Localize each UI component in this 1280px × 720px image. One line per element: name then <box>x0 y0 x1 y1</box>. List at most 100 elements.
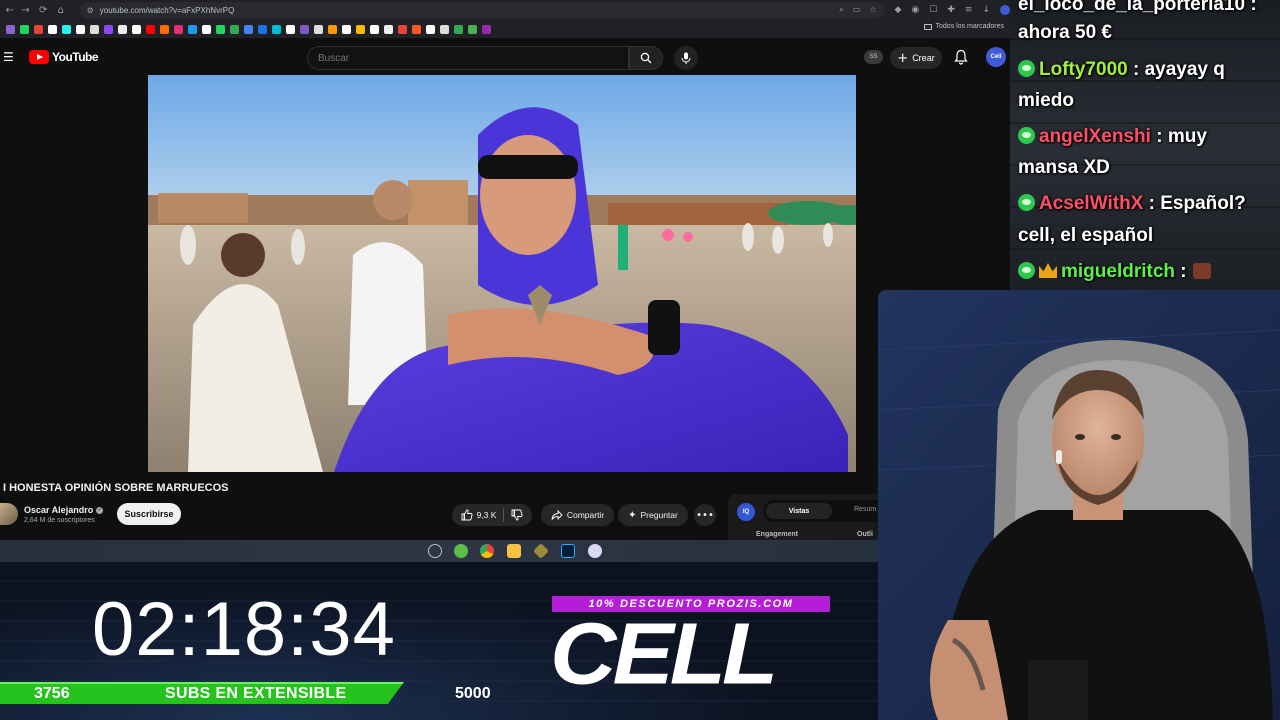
bookmark-icon[interactable] <box>412 24 421 34</box>
bookmark-icon[interactable] <box>440 24 449 34</box>
channel-avatar[interactable] <box>0 503 18 525</box>
bookmark-icon[interactable] <box>160 24 169 34</box>
extension-icon[interactable]: ◆ <box>895 5 902 15</box>
bookmark-icon[interactable] <box>384 24 393 34</box>
subscribe-button[interactable]: Suscribirse <box>117 503 181 525</box>
chat-text: ayayay q <box>1144 59 1225 80</box>
bookmark-icon[interactable] <box>244 24 253 34</box>
profile-icon[interactable] <box>1000 5 1010 15</box>
bookmark-icon[interactable] <box>314 24 323 34</box>
bookmark-icon[interactable] <box>370 24 379 34</box>
more-actions-button[interactable]: ••• <box>694 504 716 526</box>
extensions-puzzle-icon[interactable]: ✚ <box>947 5 955 15</box>
bookmark-icon[interactable] <box>272 24 281 34</box>
bookmark-icon[interactable] <box>174 24 183 34</box>
sparkle-icon: ✦ <box>628 509 637 521</box>
chat-message: Lofty7000 : ayayay q <box>1018 59 1225 81</box>
cast-icon[interactable]: ▭ <box>853 5 861 15</box>
thumbs-down-icon[interactable] <box>511 509 523 521</box>
chat-message-text: mansa XD <box>1018 157 1110 178</box>
bookmark-icon[interactable] <box>62 24 71 34</box>
chat-username: angelXenshi <box>1039 126 1151 147</box>
bookmark-icon[interactable] <box>258 24 267 34</box>
like-dislike-group: 9,3 K <box>452 504 532 526</box>
download-icon[interactable]: ↓ <box>982 5 990 15</box>
thumbs-up-icon[interactable] <box>461 509 473 521</box>
microphone-icon <box>681 52 691 64</box>
youtube-logo-text: YouTube <box>52 50 99 64</box>
extension-icon[interactable]: ☐ <box>929 5 937 15</box>
bookmark-icon[interactable] <box>286 24 295 34</box>
taskbar-app-icon[interactable] <box>533 543 549 559</box>
photoshop-icon[interactable] <box>561 544 575 558</box>
youtube-logo[interactable]: YouTube <box>29 50 99 64</box>
menu-icon[interactable]: ☰ <box>3 50 17 64</box>
zoom-icon[interactable]: ⌕ <box>839 5 843 15</box>
webcam-image <box>878 290 1280 720</box>
file-explorer-icon[interactable] <box>507 544 521 558</box>
search-button[interactable] <box>629 46 663 70</box>
search-input[interactable] <box>308 47 628 69</box>
plus-icon: + <box>897 50 909 66</box>
address-bar[interactable]: ⚙ youtube.com/watch?v=aFxPXhNvrPQ ⌕ ▭ ☆ <box>78 2 885 18</box>
account-avatar[interactable]: Cell <box>986 47 1006 67</box>
ask-button[interactable]: ✦ Preguntar <box>618 504 688 526</box>
bookmark-icon[interactable] <box>104 24 113 34</box>
bookmark-icon[interactable] <box>34 24 43 34</box>
taskbar-app-icon[interactable] <box>588 544 602 558</box>
bookmark-icon[interactable] <box>6 24 15 34</box>
chat-badge-icon <box>1018 262 1035 279</box>
bookmark-icon[interactable] <box>426 24 435 34</box>
video-player[interactable] <box>148 75 856 472</box>
bookmark-icon[interactable] <box>328 24 337 34</box>
create-button[interactable]: + Crear <box>890 47 942 69</box>
bookmark-icon[interactable] <box>188 24 197 34</box>
bookmark-icon[interactable] <box>76 24 85 34</box>
channel-name-row[interactable]: Oscar Alejandro ✓ <box>24 505 104 515</box>
taskbar-app-icon[interactable] <box>454 544 468 558</box>
bookmark-icon[interactable] <box>202 24 211 34</box>
bookmark-icon[interactable] <box>356 24 365 34</box>
bookmark-icon[interactable] <box>454 24 463 34</box>
bookmark-icon[interactable] <box>132 24 141 34</box>
bookmark-icon[interactable] <box>468 24 477 34</box>
voice-search-button[interactable] <box>674 46 698 70</box>
notifications-bell-icon[interactable] <box>954 49 968 65</box>
like-divider <box>503 508 505 522</box>
chat-username: migueldritch <box>1061 261 1176 282</box>
site-info-icon[interactable]: ⚙ <box>87 6 94 15</box>
chrome-icon[interactable] <box>480 544 494 558</box>
bookmark-star-icon[interactable]: ☆ <box>869 5 876 15</box>
extension-icon[interactable]: ◉ <box>911 5 919 15</box>
bookmark-icon[interactable] <box>300 24 309 34</box>
search-icon <box>640 52 652 64</box>
tab-summary[interactable]: Resum <box>854 506 876 513</box>
taskbar-app-icon[interactable] <box>428 544 442 558</box>
chat-message-text: ahora 50 € <box>1018 22 1112 44</box>
bookmark-icon[interactable] <box>90 24 99 34</box>
crown-badge-icon <box>1039 263 1057 278</box>
bookmark-icon[interactable] <box>146 24 155 34</box>
bookmark-icon[interactable] <box>20 24 29 34</box>
streamer-logo: CELL <box>550 605 778 703</box>
verified-icon: ✓ <box>96 506 104 514</box>
bookmark-icon[interactable] <box>342 24 351 34</box>
share-button[interactable]: Compartir <box>541 504 614 526</box>
chat-message: el_loco_de_la_porteria10 : <box>1018 0 1257 16</box>
subscriber-count: 2,64 M de suscriptores <box>24 517 95 524</box>
bookmark-icon[interactable] <box>118 24 127 34</box>
all-bookmarks-folder[interactable]: Todos los marcadores <box>923 23 1004 30</box>
bookmark-icon[interactable] <box>48 24 57 34</box>
sidebar-icon[interactable]: ≡ <box>965 5 973 15</box>
home-icon[interactable]: ⌂ <box>51 0 71 20</box>
bookmark-icon[interactable] <box>482 24 491 34</box>
tab-views[interactable]: Vistas <box>766 503 832 519</box>
bookmark-icon[interactable] <box>398 24 407 34</box>
chat-badge-icon <box>1018 60 1035 77</box>
bookmark-icon[interactable] <box>230 24 239 34</box>
extension-badge[interactable]: SS <box>864 50 883 64</box>
extension-logo[interactable]: IQ <box>737 503 755 521</box>
browser-toolbar: ← → ⟳ ⌂ ⚙ youtube.com/watch?v=aFxPXhNvrP… <box>0 0 1010 20</box>
bookmark-icon[interactable] <box>216 24 225 34</box>
like-count[interactable]: 9,3 K <box>477 510 497 520</box>
